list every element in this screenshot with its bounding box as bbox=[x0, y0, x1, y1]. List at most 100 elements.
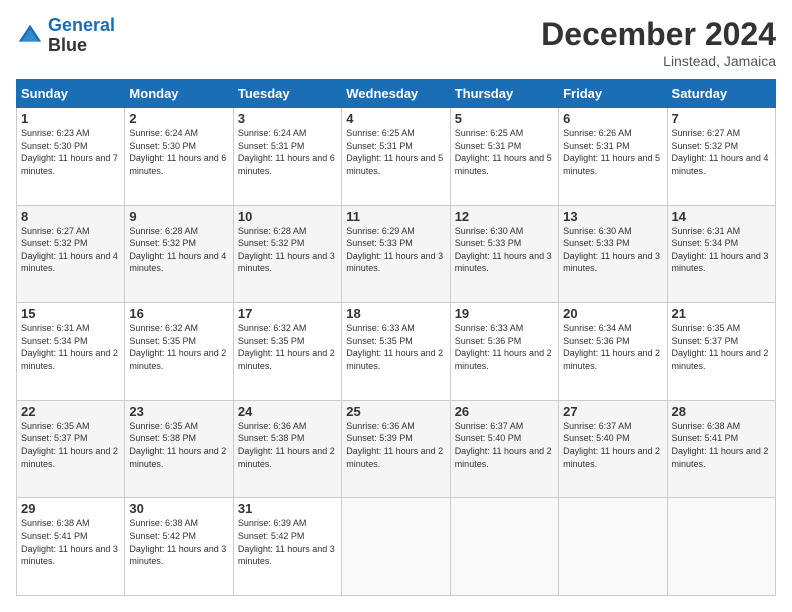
day-info: Sunrise: 6:24 AMSunset: 5:31 PMDaylight:… bbox=[238, 128, 335, 176]
calendar-week-row: 1 Sunrise: 6:23 AMSunset: 5:30 PMDayligh… bbox=[17, 108, 776, 206]
calendar-day-cell: 10 Sunrise: 6:28 AMSunset: 5:32 PMDaylig… bbox=[233, 205, 341, 303]
calendar-day-cell: 24 Sunrise: 6:36 AMSunset: 5:38 PMDaylig… bbox=[233, 400, 341, 498]
logo-line2: Blue bbox=[48, 36, 115, 56]
day-number: 18 bbox=[346, 306, 445, 321]
day-number: 15 bbox=[21, 306, 120, 321]
calendar-day-cell: 27 Sunrise: 6:37 AMSunset: 5:40 PMDaylig… bbox=[559, 400, 667, 498]
calendar-header-row: SundayMondayTuesdayWednesdayThursdayFrid… bbox=[17, 80, 776, 108]
calendar-day-cell: 14 Sunrise: 6:31 AMSunset: 5:34 PMDaylig… bbox=[667, 205, 775, 303]
calendar-day-cell bbox=[667, 498, 775, 596]
day-number: 10 bbox=[238, 209, 337, 224]
day-number: 31 bbox=[238, 501, 337, 516]
day-info: Sunrise: 6:32 AMSunset: 5:35 PMDaylight:… bbox=[129, 323, 226, 371]
calendar-day-cell bbox=[450, 498, 558, 596]
day-number: 30 bbox=[129, 501, 228, 516]
day-info: Sunrise: 6:38 AMSunset: 5:41 PMDaylight:… bbox=[21, 518, 118, 566]
day-number: 27 bbox=[563, 404, 662, 419]
day-number: 13 bbox=[563, 209, 662, 224]
day-number: 23 bbox=[129, 404, 228, 419]
calendar-day-cell: 25 Sunrise: 6:36 AMSunset: 5:39 PMDaylig… bbox=[342, 400, 450, 498]
title-block: December 2024 Linstead, Jamaica bbox=[541, 16, 776, 69]
day-info: Sunrise: 6:37 AMSunset: 5:40 PMDaylight:… bbox=[563, 421, 660, 469]
calendar-day-cell: 8 Sunrise: 6:27 AMSunset: 5:32 PMDayligh… bbox=[17, 205, 125, 303]
day-number: 5 bbox=[455, 111, 554, 126]
day-info: Sunrise: 6:30 AMSunset: 5:33 PMDaylight:… bbox=[455, 226, 552, 274]
day-number: 14 bbox=[672, 209, 771, 224]
day-number: 4 bbox=[346, 111, 445, 126]
day-info: Sunrise: 6:37 AMSunset: 5:40 PMDaylight:… bbox=[455, 421, 552, 469]
day-number: 24 bbox=[238, 404, 337, 419]
calendar-day-cell: 11 Sunrise: 6:29 AMSunset: 5:33 PMDaylig… bbox=[342, 205, 450, 303]
logo: General Blue bbox=[16, 16, 115, 56]
calendar-day-cell: 15 Sunrise: 6:31 AMSunset: 5:34 PMDaylig… bbox=[17, 303, 125, 401]
calendar-day-header: Monday bbox=[125, 80, 233, 108]
day-info: Sunrise: 6:34 AMSunset: 5:36 PMDaylight:… bbox=[563, 323, 660, 371]
day-number: 11 bbox=[346, 209, 445, 224]
day-info: Sunrise: 6:24 AMSunset: 5:30 PMDaylight:… bbox=[129, 128, 226, 176]
calendar-week-row: 15 Sunrise: 6:31 AMSunset: 5:34 PMDaylig… bbox=[17, 303, 776, 401]
calendar-day-cell: 30 Sunrise: 6:38 AMSunset: 5:42 PMDaylig… bbox=[125, 498, 233, 596]
calendar-day-cell: 28 Sunrise: 6:38 AMSunset: 5:41 PMDaylig… bbox=[667, 400, 775, 498]
calendar-day-header: Saturday bbox=[667, 80, 775, 108]
day-number: 16 bbox=[129, 306, 228, 321]
calendar-day-header: Sunday bbox=[17, 80, 125, 108]
day-info: Sunrise: 6:32 AMSunset: 5:35 PMDaylight:… bbox=[238, 323, 335, 371]
day-info: Sunrise: 6:38 AMSunset: 5:41 PMDaylight:… bbox=[672, 421, 769, 469]
page: General Blue December 2024 Linstead, Jam… bbox=[0, 0, 792, 612]
calendar-day-cell bbox=[342, 498, 450, 596]
day-number: 17 bbox=[238, 306, 337, 321]
calendar-day-cell: 17 Sunrise: 6:32 AMSunset: 5:35 PMDaylig… bbox=[233, 303, 341, 401]
calendar-day-cell: 9 Sunrise: 6:28 AMSunset: 5:32 PMDayligh… bbox=[125, 205, 233, 303]
day-info: Sunrise: 6:26 AMSunset: 5:31 PMDaylight:… bbox=[563, 128, 660, 176]
calendar-day-cell: 4 Sunrise: 6:25 AMSunset: 5:31 PMDayligh… bbox=[342, 108, 450, 206]
day-number: 20 bbox=[563, 306, 662, 321]
day-info: Sunrise: 6:25 AMSunset: 5:31 PMDaylight:… bbox=[455, 128, 552, 176]
day-number: 3 bbox=[238, 111, 337, 126]
logo-icon bbox=[16, 22, 44, 50]
day-info: Sunrise: 6:38 AMSunset: 5:42 PMDaylight:… bbox=[129, 518, 226, 566]
calendar-day-cell: 18 Sunrise: 6:33 AMSunset: 5:35 PMDaylig… bbox=[342, 303, 450, 401]
calendar-day-cell: 23 Sunrise: 6:35 AMSunset: 5:38 PMDaylig… bbox=[125, 400, 233, 498]
day-info: Sunrise: 6:27 AMSunset: 5:32 PMDaylight:… bbox=[21, 226, 118, 274]
calendar-day-header: Wednesday bbox=[342, 80, 450, 108]
logo-line1: General bbox=[48, 15, 115, 35]
calendar-day-header: Friday bbox=[559, 80, 667, 108]
day-info: Sunrise: 6:39 AMSunset: 5:42 PMDaylight:… bbox=[238, 518, 335, 566]
day-info: Sunrise: 6:30 AMSunset: 5:33 PMDaylight:… bbox=[563, 226, 660, 274]
calendar-day-cell: 19 Sunrise: 6:33 AMSunset: 5:36 PMDaylig… bbox=[450, 303, 558, 401]
calendar-day-cell: 5 Sunrise: 6:25 AMSunset: 5:31 PMDayligh… bbox=[450, 108, 558, 206]
day-info: Sunrise: 6:23 AMSunset: 5:30 PMDaylight:… bbox=[21, 128, 118, 176]
day-info: Sunrise: 6:35 AMSunset: 5:37 PMDaylight:… bbox=[21, 421, 118, 469]
day-info: Sunrise: 6:33 AMSunset: 5:35 PMDaylight:… bbox=[346, 323, 443, 371]
day-number: 19 bbox=[455, 306, 554, 321]
day-info: Sunrise: 6:35 AMSunset: 5:38 PMDaylight:… bbox=[129, 421, 226, 469]
day-number: 6 bbox=[563, 111, 662, 126]
day-number: 21 bbox=[672, 306, 771, 321]
calendar-table: SundayMondayTuesdayWednesdayThursdayFrid… bbox=[16, 79, 776, 596]
calendar-day-cell: 31 Sunrise: 6:39 AMSunset: 5:42 PMDaylig… bbox=[233, 498, 341, 596]
calendar-day-cell: 1 Sunrise: 6:23 AMSunset: 5:30 PMDayligh… bbox=[17, 108, 125, 206]
calendar-day-header: Thursday bbox=[450, 80, 558, 108]
calendar-week-row: 29 Sunrise: 6:38 AMSunset: 5:41 PMDaylig… bbox=[17, 498, 776, 596]
day-info: Sunrise: 6:33 AMSunset: 5:36 PMDaylight:… bbox=[455, 323, 552, 371]
calendar-day-cell: 26 Sunrise: 6:37 AMSunset: 5:40 PMDaylig… bbox=[450, 400, 558, 498]
calendar-week-row: 22 Sunrise: 6:35 AMSunset: 5:37 PMDaylig… bbox=[17, 400, 776, 498]
day-info: Sunrise: 6:29 AMSunset: 5:33 PMDaylight:… bbox=[346, 226, 443, 274]
day-number: 22 bbox=[21, 404, 120, 419]
calendar-day-cell: 20 Sunrise: 6:34 AMSunset: 5:36 PMDaylig… bbox=[559, 303, 667, 401]
day-number: 29 bbox=[21, 501, 120, 516]
calendar-day-cell: 13 Sunrise: 6:30 AMSunset: 5:33 PMDaylig… bbox=[559, 205, 667, 303]
day-number: 8 bbox=[21, 209, 120, 224]
day-info: Sunrise: 6:35 AMSunset: 5:37 PMDaylight:… bbox=[672, 323, 769, 371]
header: General Blue December 2024 Linstead, Jam… bbox=[16, 16, 776, 69]
calendar-week-row: 8 Sunrise: 6:27 AMSunset: 5:32 PMDayligh… bbox=[17, 205, 776, 303]
day-number: 7 bbox=[672, 111, 771, 126]
day-info: Sunrise: 6:28 AMSunset: 5:32 PMDaylight:… bbox=[238, 226, 335, 274]
calendar-day-cell: 7 Sunrise: 6:27 AMSunset: 5:32 PMDayligh… bbox=[667, 108, 775, 206]
calendar-day-cell: 12 Sunrise: 6:30 AMSunset: 5:33 PMDaylig… bbox=[450, 205, 558, 303]
calendar-day-cell bbox=[559, 498, 667, 596]
calendar-day-cell: 3 Sunrise: 6:24 AMSunset: 5:31 PMDayligh… bbox=[233, 108, 341, 206]
calendar-day-cell: 29 Sunrise: 6:38 AMSunset: 5:41 PMDaylig… bbox=[17, 498, 125, 596]
main-title: December 2024 bbox=[541, 16, 776, 53]
day-info: Sunrise: 6:27 AMSunset: 5:32 PMDaylight:… bbox=[672, 128, 769, 176]
